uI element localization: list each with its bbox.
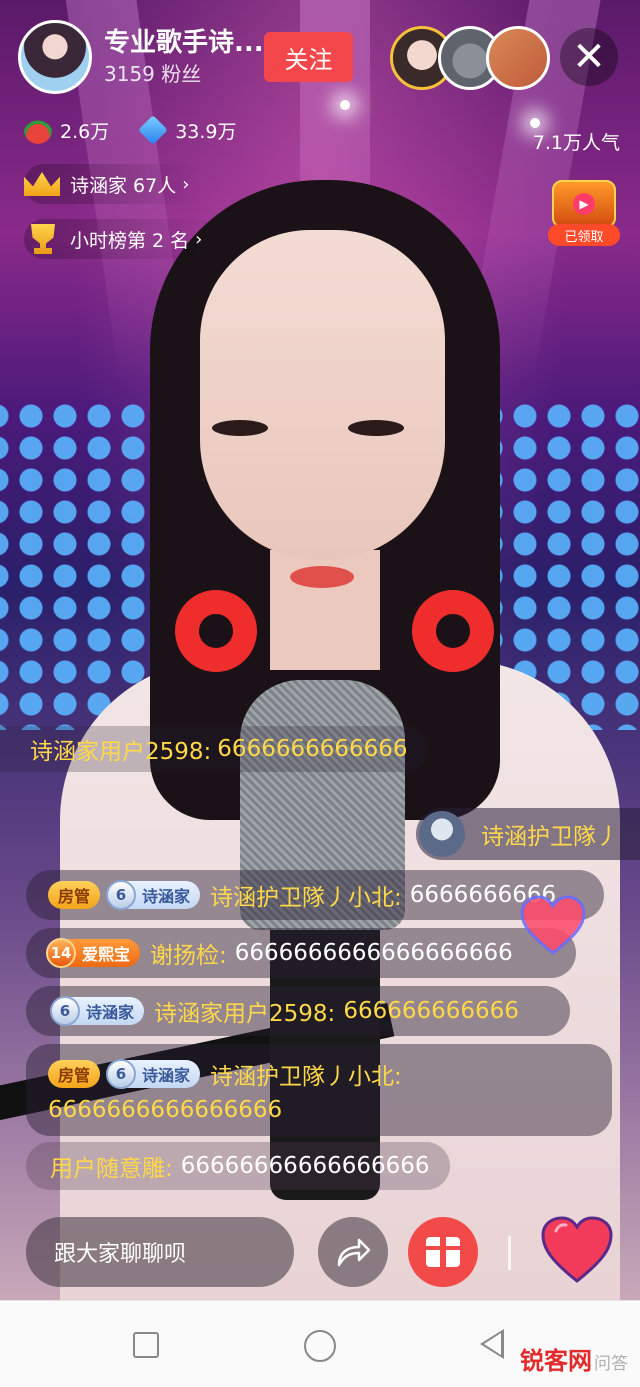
avatar (419, 811, 465, 857)
chevron-right-icon: › (195, 228, 203, 250)
anchor-stats: 2.6万 33.9万 (24, 115, 237, 145)
chat-username: 诗涵护卫隊丿小北: (210, 1064, 402, 1090)
diamond-count: 33.9万 (175, 120, 237, 143)
popularity-count: 7.1万人气 (532, 132, 620, 154)
divider (508, 1236, 511, 1270)
hour-rank-entry[interactable]: 小时榜第 2 名 › (24, 219, 219, 259)
gift-button[interactable] (408, 1217, 478, 1287)
chat-username: 用户随意雕: (50, 1156, 173, 1182)
chat-username: 谢扬检: (150, 943, 227, 969)
trophy-icon (31, 224, 55, 254)
chat-text: 6666666666666 (217, 736, 408, 762)
fan-badge: 6 诗涵家 (106, 880, 201, 910)
treasure-status: 已领取 (548, 224, 620, 246)
like-button[interactable] (540, 1215, 614, 1285)
chat-text: 6666666666666666 (48, 1097, 283, 1123)
hour-rank-label: 小时榜第 2 名 (70, 229, 190, 252)
fan-club-label: 诗涵家 67人 (70, 174, 177, 197)
chat-message: 14 爱熙宝 谢扬检: 6666666666666666666 (26, 928, 576, 978)
treasure-chest[interactable]: ▶ 已领取 (548, 180, 620, 246)
chat-text: 66666666666666666 (180, 1153, 430, 1179)
follow-button[interactable]: 关注 (264, 32, 353, 82)
chat-text: 666666666666 (343, 998, 519, 1024)
watermelon-icon (24, 116, 52, 144)
play-icon: ▶ (573, 193, 595, 215)
fan-badge: 14 爱熙宝 (46, 938, 141, 968)
system-nav-bar: 锐客网 问答 (0, 1300, 640, 1387)
admin-badge: 房管 (48, 1060, 101, 1088)
chat-username: 诗涵家用户2598: (30, 739, 212, 765)
chat-username: 诗涵家用户2598: (154, 1001, 336, 1027)
crown-icon (24, 172, 60, 196)
chat-text: 6666666666666666666 (234, 940, 513, 966)
close-button[interactable]: ✕ (560, 28, 618, 86)
chat-message: 房管 6 诗涵家 诗涵护卫隊丿小北: 6666666666 (26, 870, 604, 920)
share-button[interactable] (318, 1217, 388, 1287)
diamond-icon (138, 115, 169, 145)
anchor-fans-count: 3159 粉丝 (104, 62, 202, 86)
floating-heart-icon (520, 895, 586, 955)
user-entry-notice: 诗涵护卫隊丿 (416, 808, 640, 860)
recent-apps-icon[interactable] (133, 1332, 159, 1358)
back-icon[interactable] (480, 1329, 504, 1359)
watermark: 锐客网 问答 (520, 1346, 628, 1375)
chat-message: 6 诗涵家 诗涵家用户2598: 666666666666 (26, 986, 570, 1036)
gift-icon (426, 1237, 460, 1267)
admin-badge: 房管 (48, 881, 101, 909)
chat-username: 诗涵护卫隊丿小北: (210, 885, 402, 911)
share-icon (337, 1238, 371, 1267)
chat-message: 诗涵家用户2598: 6666666666666 (0, 726, 428, 772)
chat-message: 用户随意雕: 66666666666666666 (26, 1142, 450, 1190)
fan-club-entry[interactable]: 诗涵家 67人 › (24, 164, 206, 204)
anchor-info[interactable]: 专业歌手诗... 3159 粉丝 (18, 20, 264, 94)
chat-input[interactable]: 跟大家聊聊呗 (26, 1217, 294, 1287)
anchor-avatar[interactable] (18, 20, 92, 94)
melon-count: 2.6万 (60, 120, 110, 143)
entry-username: 诗涵护卫隊丿 (481, 824, 619, 850)
viewer-avatar[interactable] (486, 26, 550, 90)
close-icon: ✕ (572, 34, 606, 80)
chat-message: 房管 6 诗涵家 诗涵护卫隊丿小北: 6666666666666666 (26, 1044, 612, 1136)
chevron-right-icon: › (182, 173, 190, 195)
fan-badge: 6 诗涵家 (50, 996, 145, 1026)
fan-badge: 6 诗涵家 (106, 1059, 201, 1089)
home-icon[interactable] (304, 1330, 336, 1362)
anchor-name: 专业歌手诗... (104, 28, 264, 58)
